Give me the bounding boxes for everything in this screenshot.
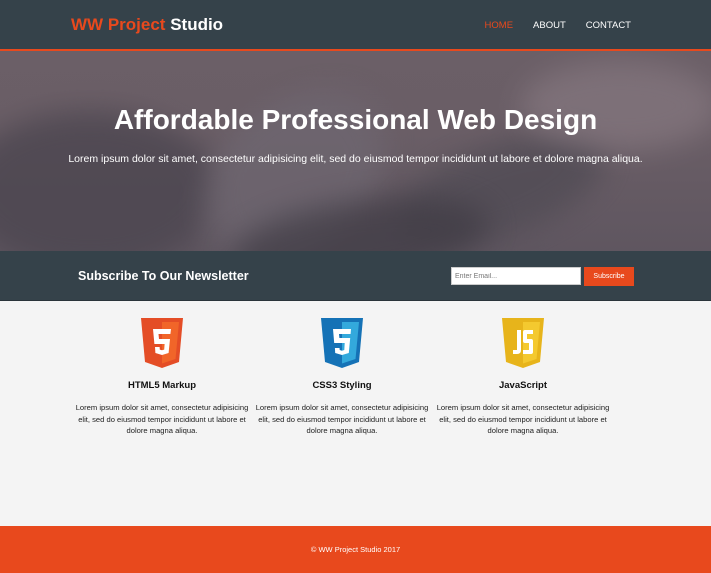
javascript-icon xyxy=(502,318,544,368)
footer-copyright: © WW Project Studio 2017 xyxy=(310,545,401,554)
feature-box-html5: HTML5 Markup Lorem ipsum dolor sit amet,… xyxy=(74,317,250,437)
nav-contact-link[interactable]: CONTACT xyxy=(586,20,631,31)
hero-text: Lorem ipsum dolor sit amet, consectetur … xyxy=(68,153,643,165)
subscribe-button[interactable]: Subscribe xyxy=(584,267,634,286)
email-input[interactable] xyxy=(451,267,581,285)
nav-about-link[interactable]: ABOUT xyxy=(533,20,566,31)
footer: © WW Project Studio 2017 xyxy=(0,526,711,573)
newsletter-title: Subscribe To Our Newsletter xyxy=(78,269,249,283)
feature-text: Lorem ipsum dolor sit amet, consectetur … xyxy=(255,403,429,435)
header: WW Project Studio HOME ABOUT CONTACT xyxy=(0,0,711,51)
feature-text: Lorem ipsum dolor sit amet, consectetur … xyxy=(75,403,249,435)
brand-rest: Studio xyxy=(170,15,224,34)
brand-highlight: WW Project xyxy=(71,15,166,34)
brand-logo[interactable]: WW Project Studio xyxy=(71,15,223,35)
feature-box-css3: CSS3 Styling Lorem ipsum dolor sit amet,… xyxy=(254,317,430,437)
feature-title: HTML5 Markup xyxy=(127,380,197,391)
showcase-content: Affordable Professional Web Design Lorem… xyxy=(0,51,711,251)
feature-title: JavaScript xyxy=(498,380,548,391)
newsletter-section: Subscribe To Our Newsletter Subscribe xyxy=(0,251,711,301)
hero-title: Affordable Professional Web Design xyxy=(113,104,598,135)
html5-icon xyxy=(141,318,183,368)
feature-title: CSS3 Styling xyxy=(312,380,372,391)
nav-home-link[interactable]: HOME xyxy=(485,20,514,31)
feature-box-javascript: JavaScript Lorem ipsum dolor sit amet, c… xyxy=(435,317,611,437)
showcase-hero: Affordable Professional Web Design Lorem… xyxy=(0,51,711,251)
main-nav: HOME ABOUT CONTACT xyxy=(485,20,631,31)
feature-text: Lorem ipsum dolor sit amet, consectetur … xyxy=(436,403,610,435)
css3-icon xyxy=(321,318,363,368)
